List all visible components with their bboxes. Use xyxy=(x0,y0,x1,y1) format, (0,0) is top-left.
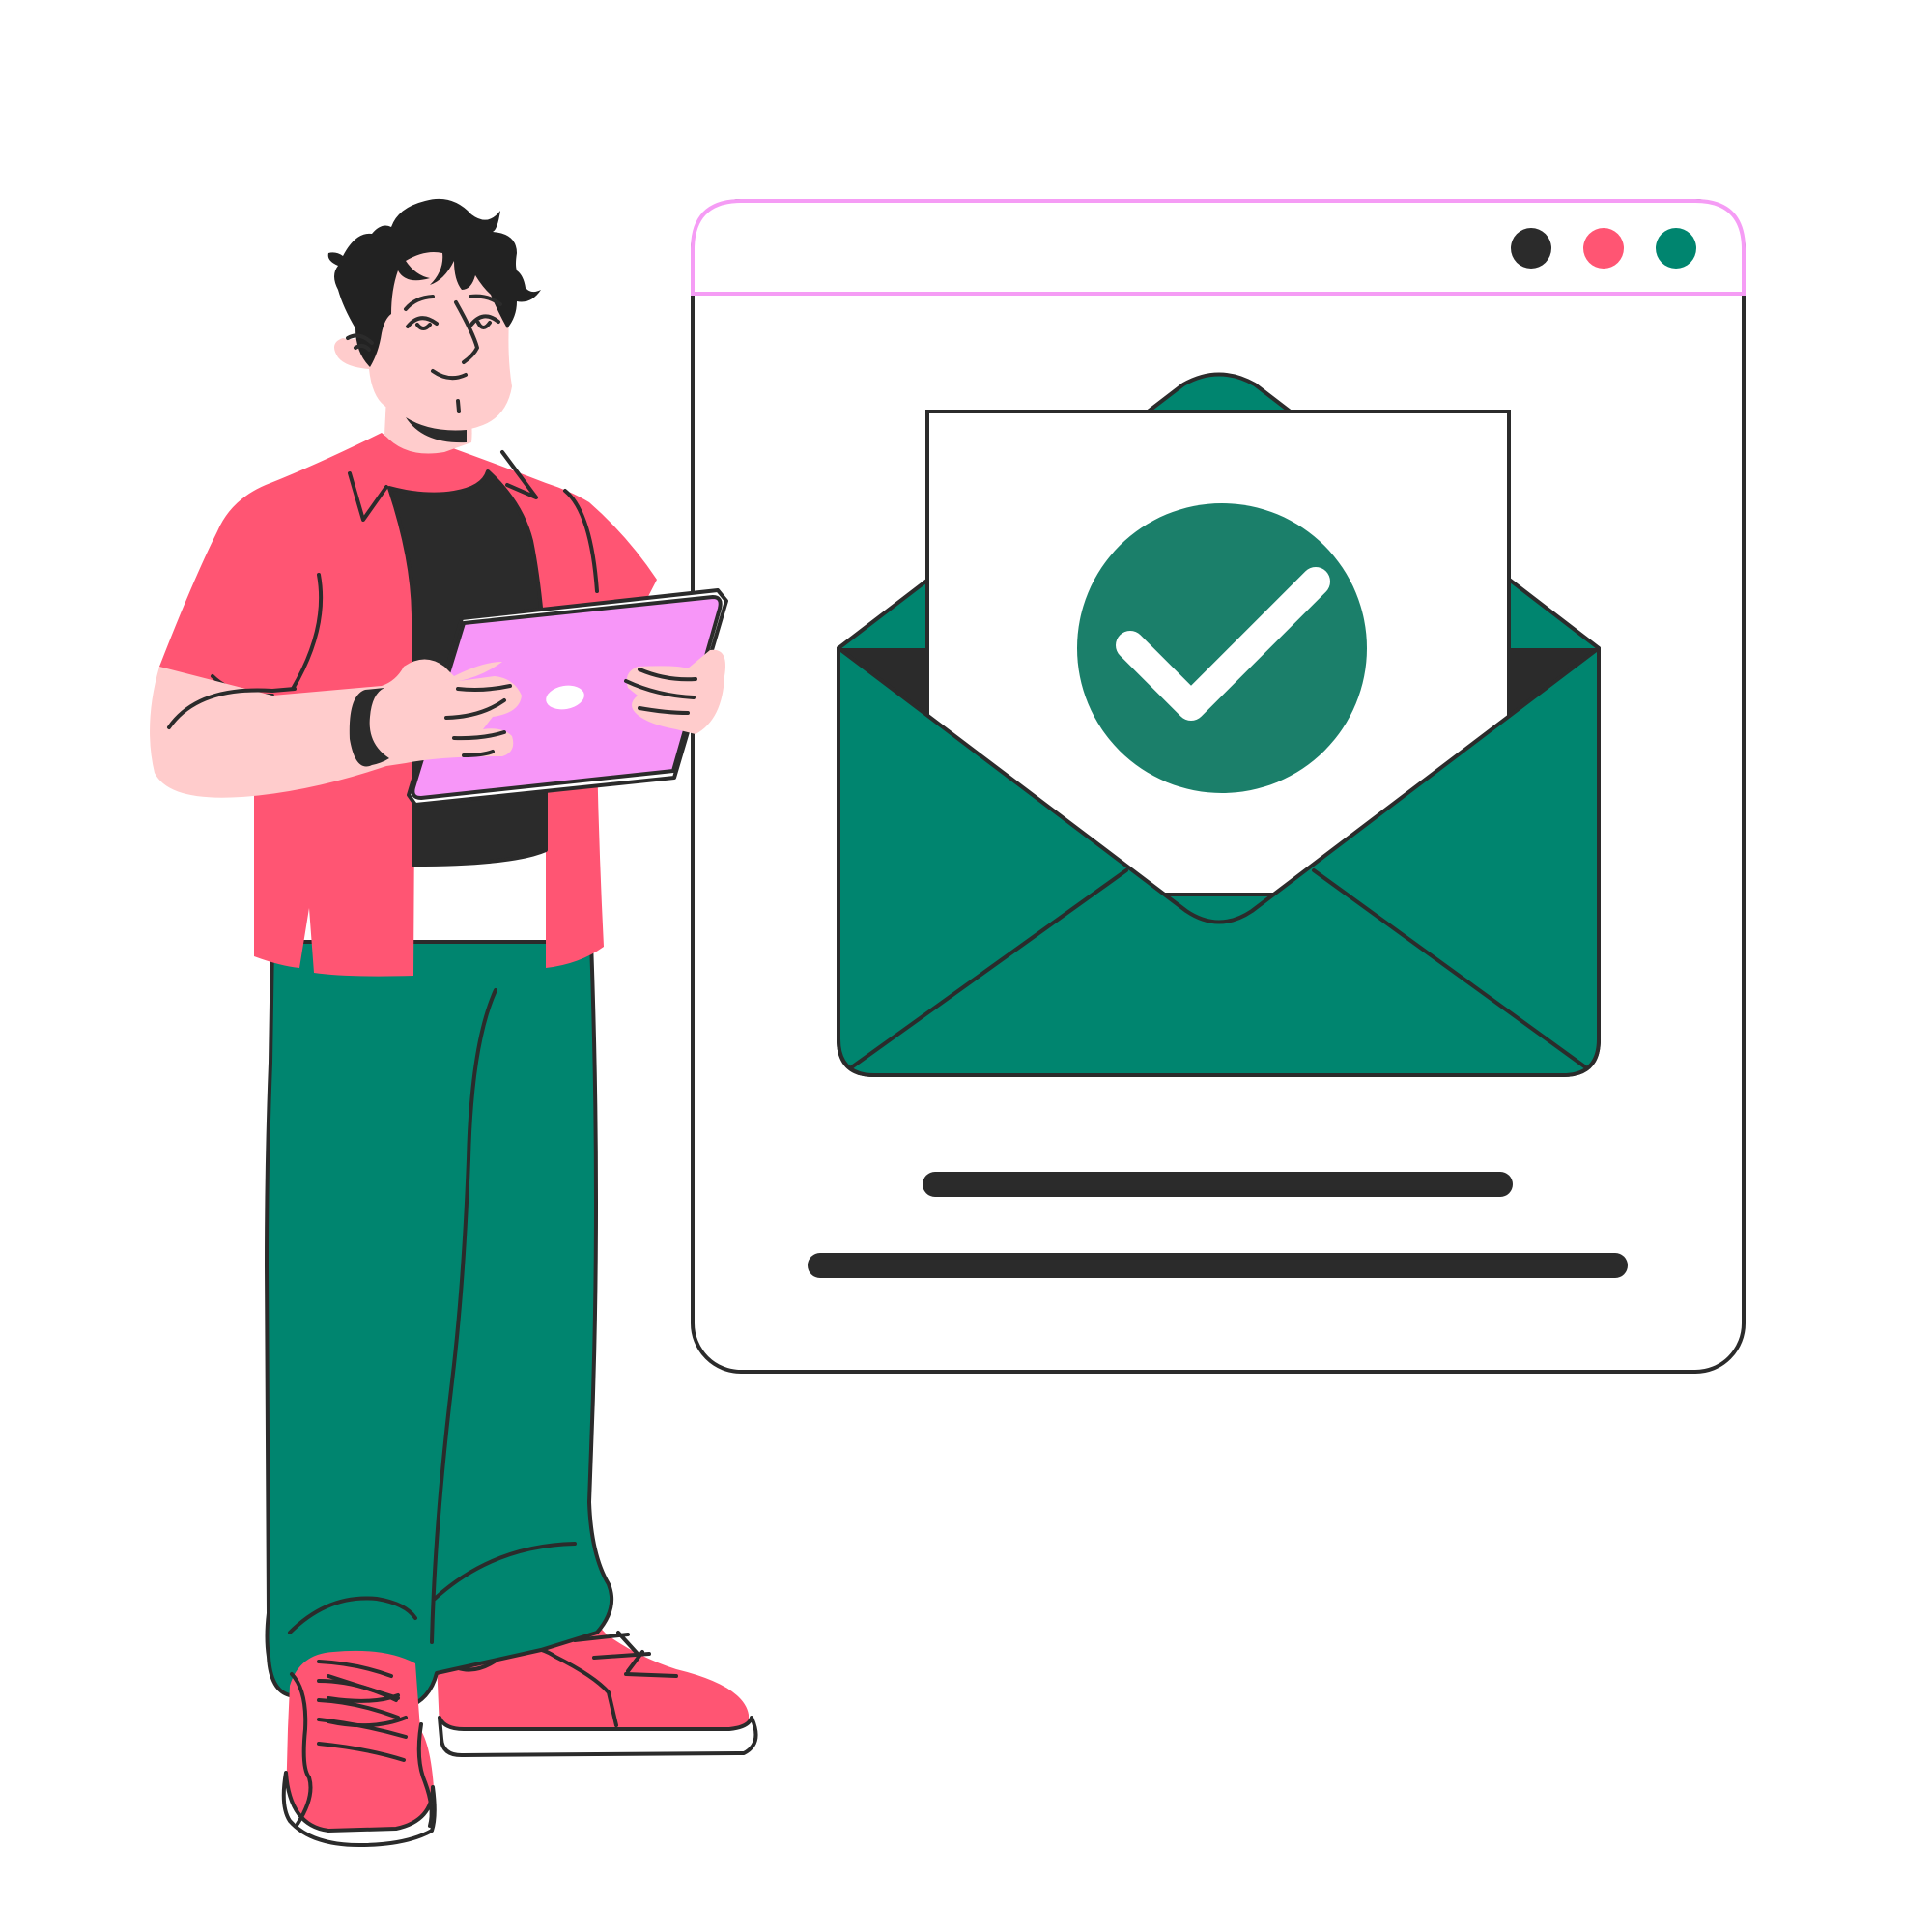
person-illustration xyxy=(150,198,758,1847)
window-dot-red[interactable] xyxy=(1583,228,1624,269)
envelope-open-icon xyxy=(837,372,1601,1077)
illustration-scene xyxy=(0,0,1932,1932)
chin-mark xyxy=(456,399,461,413)
browser-window xyxy=(691,199,1746,1374)
checkmark-circle-icon xyxy=(1077,503,1367,793)
window-dot-green[interactable] xyxy=(1656,228,1696,269)
window-dot-dark[interactable] xyxy=(1511,228,1551,269)
shoe-left xyxy=(281,1650,437,1847)
